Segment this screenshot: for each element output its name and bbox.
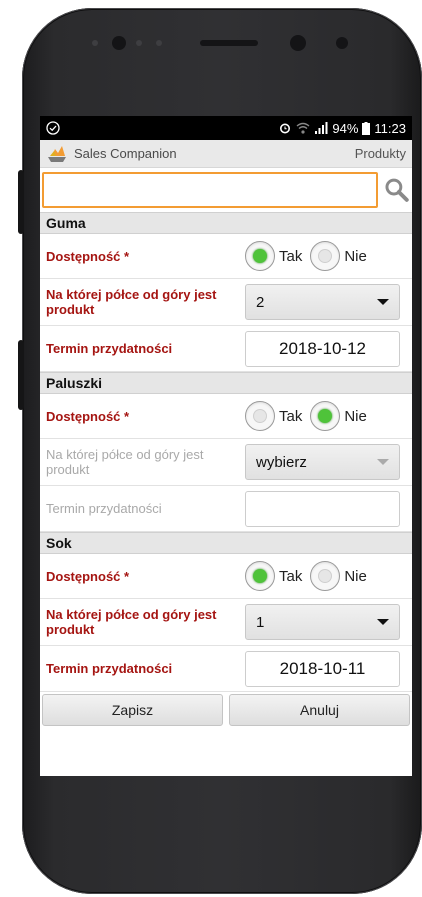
alarm-icon: [280, 123, 291, 134]
proximity-sensor: [290, 35, 306, 51]
action-buttons: Zapisz Anuluj: [40, 692, 412, 728]
expiry-label: Termin przydatności: [46, 341, 173, 356]
battery-percent: 94%: [332, 120, 359, 136]
availability-row: Dostępność * Tak Nie: [40, 234, 412, 279]
sensor-dot: [156, 40, 162, 46]
radio-dot-selected: [318, 409, 333, 423]
cancel-button[interactable]: Anuluj: [229, 694, 410, 726]
radio-label: Nie: [344, 407, 367, 425]
chevron-down-icon: [377, 459, 389, 465]
expiry-label: Termin przydatności: [46, 501, 162, 516]
radio-no[interactable]: Nie: [310, 561, 367, 591]
radio-no[interactable]: Nie: [310, 241, 367, 271]
shelf-row: Na której półce od góry jest produkt 2: [40, 279, 412, 326]
radio-dot-unselected: [318, 569, 333, 583]
radio-no[interactable]: Nie: [310, 401, 367, 431]
expiry-label: Termin przydatności: [46, 661, 173, 676]
expiry-date-input[interactable]: [245, 490, 400, 527]
front-camera-icon: [112, 36, 126, 50]
app-bar: Sales Companion Produkty: [40, 140, 412, 168]
section-header: Paluszki: [40, 372, 412, 394]
app-logo-icon: [48, 145, 66, 162]
shelf-label: Na której półce od góry jest produkt: [46, 607, 217, 637]
sensor-dot: [92, 40, 98, 46]
shelf-value: 2: [256, 293, 265, 311]
availability-row: Dostępność * Tak Nie: [40, 394, 412, 439]
radio-yes[interactable]: Tak: [245, 401, 302, 431]
sensor-dot: [136, 40, 142, 46]
section-header: Guma: [40, 212, 412, 234]
power-button: [18, 340, 24, 410]
search-icon[interactable]: [384, 177, 410, 203]
volume-button: [18, 170, 24, 234]
expiry-row: Termin przydatności 2018-10-12: [40, 326, 412, 372]
shelf-select[interactable]: 1: [245, 604, 400, 640]
radio-yes[interactable]: Tak: [245, 241, 302, 271]
battery-icon: [362, 121, 371, 135]
chevron-down-icon: [377, 299, 389, 305]
radio-label: Nie: [344, 247, 367, 265]
section-header: Sok: [40, 532, 412, 554]
expiry-date-input[interactable]: 2018-10-11: [245, 650, 400, 687]
radio-label: Tak: [279, 407, 303, 425]
expiry-row: Termin przydatności: [40, 486, 412, 532]
shelf-row: Na której półce od góry jest produkt wyb…: [40, 439, 412, 486]
products-link[interactable]: Produkty: [355, 146, 406, 161]
expiry-row: Termin przydatności 2018-10-11: [40, 646, 412, 692]
status-time: 11:23: [374, 120, 406, 136]
search-row: [40, 168, 412, 212]
chevron-down-icon: [377, 619, 389, 625]
light-sensor: [336, 37, 348, 49]
radio-yes[interactable]: Tak: [245, 561, 302, 591]
shelf-value: wybierz: [256, 453, 307, 471]
shelf-label: Na której półce od góry jest produkt: [46, 447, 204, 477]
availability-row: Dostępność * Tak Nie: [40, 554, 412, 599]
availability-label: Dostępność *: [46, 248, 130, 264]
signal-icon: [315, 122, 328, 134]
screen: 94% 11:23 Sales Companion Produkty Guma …: [40, 116, 412, 776]
expiry-date-input[interactable]: 2018-10-12: [245, 330, 400, 367]
radio-dot-selected: [253, 249, 267, 263]
radio-label: Nie: [344, 567, 367, 585]
shelf-row: Na której półce od góry jest produkt 1: [40, 599, 412, 646]
shelf-select[interactable]: 2: [245, 284, 400, 320]
radio-dot-selected: [253, 569, 267, 583]
shelf-value: 1: [256, 613, 265, 631]
availability-label: Dostępność *: [46, 568, 130, 584]
save-button[interactable]: Zapisz: [42, 694, 223, 726]
radio-label: Tak: [279, 567, 303, 585]
search-input[interactable]: [42, 172, 379, 208]
status-bar: 94% 11:23: [40, 116, 412, 140]
app-title: Sales Companion: [74, 146, 177, 161]
earpiece-speaker: [200, 40, 258, 46]
shelf-select[interactable]: wybierz: [245, 444, 400, 480]
radio-dot-unselected: [318, 249, 333, 263]
check-circle-icon: [46, 121, 60, 135]
radio-dot-unselected: [253, 409, 267, 423]
availability-label: Dostępność *: [46, 408, 130, 424]
shelf-label: Na której półce od góry jest produkt: [46, 287, 217, 317]
wifi-icon: [296, 122, 310, 134]
radio-label: Tak: [279, 247, 303, 265]
